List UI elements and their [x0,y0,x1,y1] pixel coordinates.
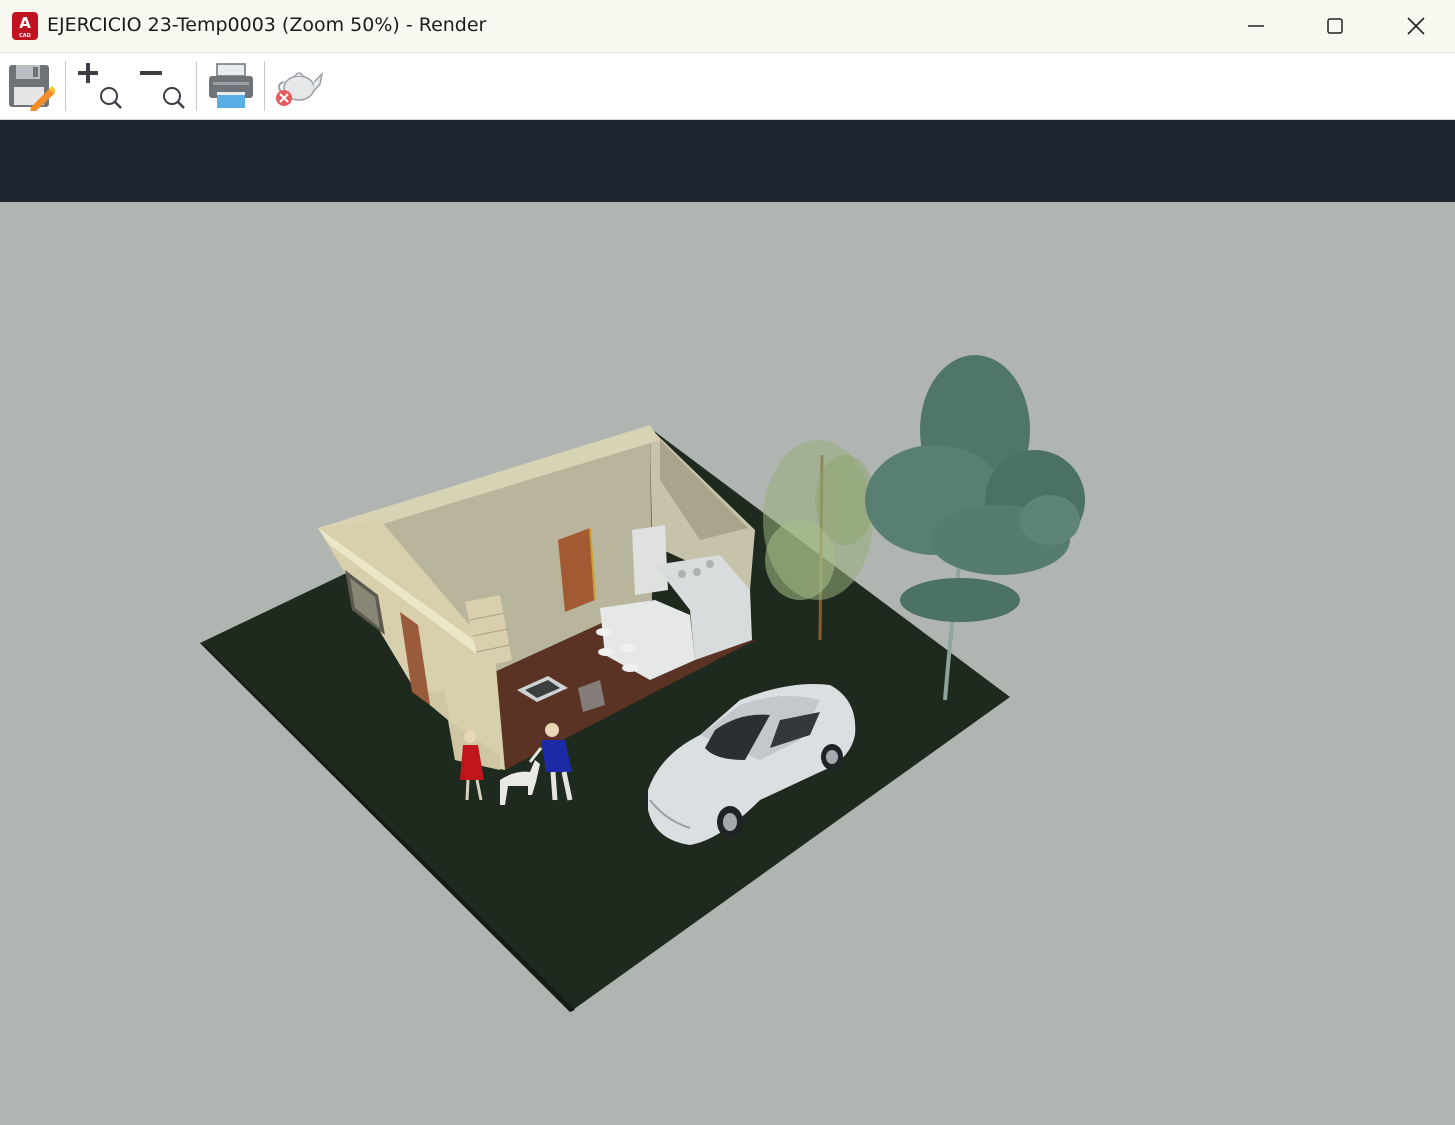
zoom-out-button[interactable] [134,59,188,113]
maximize-button[interactable] [1295,0,1375,52]
zoom-in-icon [78,63,122,109]
minimize-icon [1248,25,1264,27]
window-title: EJERCICIO 23-Temp0003 (Zoom 50%) - Rende… [47,14,487,36]
save-floppy-icon [9,65,55,111]
toolbar-separator [65,61,66,111]
autocad-app-icon[interactable]: A CAD [12,12,38,40]
render-status-band [0,120,1455,202]
render-window: A CAD EJERCICIO 23-Temp0003 (Zoom 50%) -… [0,0,1455,1125]
app-icon-sub: CAD [19,33,31,39]
cancel-render-button[interactable] [270,59,324,113]
print-button[interactable] [204,59,258,113]
render-image [200,355,1085,1012]
app-icon-letter: A [19,14,31,32]
zoom-out-icon [140,71,185,109]
close-icon [1407,17,1425,35]
render-viewport[interactable] [0,202,1455,1125]
save-button[interactable] [3,59,57,113]
teapot-cancel-icon [276,71,323,106]
maximize-icon [1327,18,1343,34]
title-bar[interactable]: A CAD EJERCICIO 23-Temp0003 (Zoom 50%) -… [0,0,1455,53]
toolbar-separator [196,61,197,111]
close-button[interactable] [1376,0,1455,52]
toolbar-separator [264,61,265,111]
minimize-button[interactable] [1216,0,1296,52]
zoom-in-button[interactable] [72,59,126,113]
printer-icon [209,63,253,108]
render-toolbar [0,53,1455,120]
